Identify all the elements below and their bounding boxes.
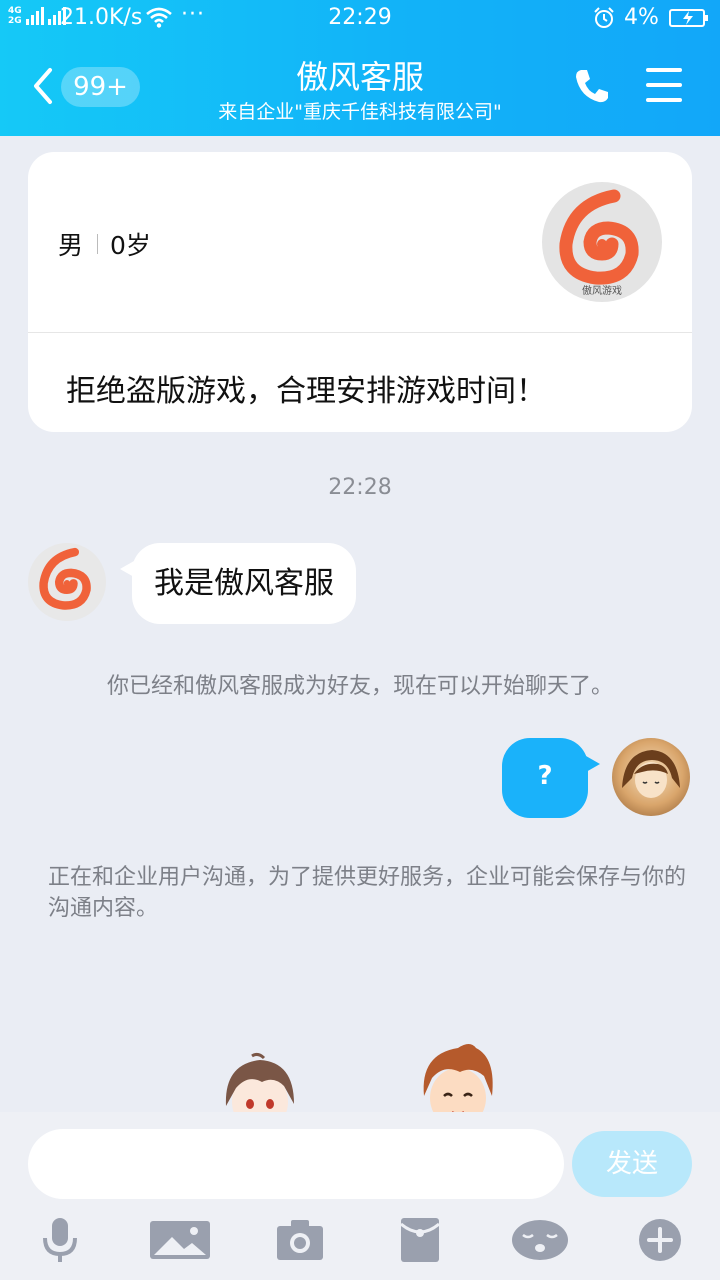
status-bar: 4G 2G 21.0K/s ··· 22:29 4% bbox=[0, 0, 720, 38]
aofeng-logo-icon bbox=[39, 547, 91, 610]
phone-icon bbox=[576, 70, 608, 103]
system-message: 你已经和傲风客服成为好友，现在可以开始聊天了。 bbox=[106, 674, 613, 699]
chat-input-bar: 发送 bbox=[0, 1112, 720, 1280]
phone-call-button[interactable] bbox=[572, 66, 612, 110]
enterprise-notice: 正在和企业用户沟通，为了提供更好服务，企业可能会保存与你的沟通内容。 bbox=[48, 865, 687, 921]
gender-label: 男 bbox=[58, 231, 84, 260]
red-packet-button[interactable] bbox=[400, 1214, 440, 1266]
profile-card[interactable]: 男 0岁 傲风游戏 拒绝盗版游戏，合理安排游戏时间！ bbox=[28, 152, 692, 432]
message-timestamp: 22:28 bbox=[328, 475, 392, 500]
outgoing-message-bubble[interactable]: ? bbox=[502, 738, 600, 818]
send-button[interactable]: 发送 bbox=[572, 1131, 692, 1197]
battery-percent: 4% bbox=[624, 5, 659, 30]
profile-motto: 拒绝盗版游戏，合理安排游戏时间！ bbox=[66, 374, 546, 409]
red-packet-icon bbox=[401, 1218, 439, 1262]
alarm-icon bbox=[593, 7, 615, 35]
microphone-icon bbox=[43, 1218, 77, 1262]
battery-charging-icon bbox=[669, 9, 708, 27]
gallery-button[interactable] bbox=[150, 1214, 210, 1266]
page-subtitle: 来自企业"重庆千佳科技有限公司" bbox=[218, 101, 502, 123]
more-button[interactable] bbox=[638, 1214, 682, 1266]
camera-icon bbox=[277, 1220, 323, 1260]
sender-avatar[interactable] bbox=[28, 543, 106, 621]
message-input[interactable] bbox=[28, 1129, 564, 1199]
logo-caption: 傲风游戏 bbox=[582, 284, 622, 297]
page-title: 傲风客服 bbox=[295, 58, 424, 96]
emoji-icon bbox=[512, 1220, 568, 1260]
camera-button[interactable] bbox=[276, 1214, 324, 1266]
contact-avatar-large[interactable]: 傲风游戏 bbox=[542, 182, 662, 302]
image-icon bbox=[150, 1221, 210, 1259]
age-label: 0岁 bbox=[110, 231, 151, 260]
title-bar: 4G 2G 21.0K/s ··· 22:29 4% 99+ 傲风客服 来自企业… bbox=[0, 0, 720, 136]
card-divider bbox=[28, 332, 692, 333]
profile-info: 男 0岁 bbox=[58, 226, 151, 262]
info-divider bbox=[97, 234, 99, 254]
incoming-message-bubble[interactable]: 我是傲风客服 bbox=[120, 543, 356, 624]
my-avatar[interactable] bbox=[612, 738, 690, 816]
emoji-button[interactable] bbox=[510, 1214, 570, 1266]
anime-girl-avatar bbox=[622, 750, 680, 798]
plus-icon bbox=[639, 1219, 681, 1261]
voice-button[interactable] bbox=[38, 1214, 82, 1266]
hamburger-icon bbox=[646, 68, 682, 102]
aofeng-logo-icon: 傲风游戏 bbox=[559, 189, 639, 297]
menu-button[interactable] bbox=[646, 68, 682, 102]
